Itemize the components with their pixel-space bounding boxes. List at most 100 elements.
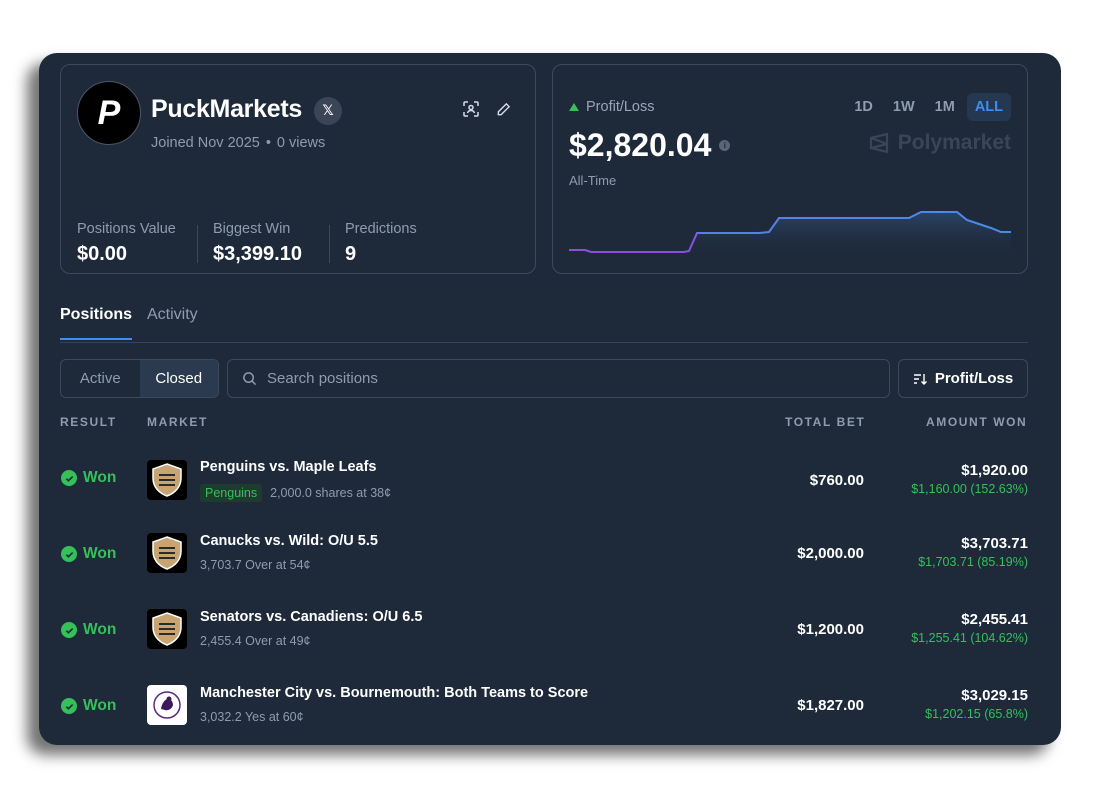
position-detail: 3,703.7 Over at 54¢ [200,558,311,572]
stat-predictions: Predictions 9 [345,221,417,266]
tab-bar: Positions Activity [60,306,1028,343]
profit-value: $1,255.41 (104.62%) [911,631,1028,645]
sort-button[interactable]: Profit/Loss [898,359,1028,398]
table-row[interactable]: Won Manchester City vs. Bournemouth: Bot… [39,670,1061,745]
market-title[interactable]: Senators vs. Canadiens: O/U 6.5 [200,609,422,625]
search-box[interactable] [227,359,890,398]
tab-positions[interactable]: Positions [60,306,133,340]
amount-won: $3,703.71 $1,703.71 (85.19%) [918,535,1028,569]
sort-label: Profit/Loss [934,370,1014,387]
profit-value: $1,160.00 (152.63%) [911,482,1028,496]
stat-divider [197,225,198,263]
stat-value: $0.00 [77,243,128,265]
edit-icon[interactable] [493,99,513,119]
up-arrow-icon [569,103,579,111]
active-filter-button[interactable]: Active [61,360,140,397]
stat-value: 9 [345,243,357,265]
stat-divider [329,225,330,263]
amount-won: $2,455.41 $1,255.41 (104.62%) [911,611,1028,645]
header-amount-won: AMOUNT WON [926,415,1028,429]
profile-meta: Joined Nov 2025 • 0 views [151,135,325,151]
pnl-label-text: Profit/Loss [586,99,655,115]
position-detail: 2,000.0 shares at 38¢ [270,486,392,500]
total-bet: $760.00 [809,472,864,489]
check-circle-icon [61,698,77,714]
joined-date: Joined Nov 2025 [151,135,260,151]
result-label: Won [83,621,117,638]
avatar-letter: P [97,93,121,132]
amount-won: $3,029.15 $1,202.15 (65.8%) [925,687,1028,721]
nhl-logo [147,533,187,573]
nhl-logo [147,460,187,500]
position-detail: 3,032.2 Yes at 60¢ [200,710,304,724]
result-label: Won [83,697,117,714]
result-status: Won [61,621,116,639]
result-status: Won [61,697,116,715]
stat-value: $3,399.10 [213,243,302,265]
scan-icon[interactable] [461,99,481,119]
search-input[interactable] [267,370,867,387]
result-status: Won [61,545,116,563]
pnl-sparkline [569,211,1011,258]
position-detail: 2,455.4 Over at 49¢ [200,634,311,648]
range-1d[interactable]: 1D [846,93,881,121]
status-toggle: Active Closed [60,359,219,398]
amount-won-value: $2,455.41 [961,611,1028,628]
info-icon[interactable]: i [719,140,731,151]
table-row[interactable]: Won Penguins vs. Maple Leafs Penguins 2,… [39,442,1061,518]
market-title[interactable]: Penguins vs. Maple Leafs [200,459,376,475]
tab-activity[interactable]: Activity [147,306,198,338]
sort-icon [913,373,927,385]
meta-separator: • [265,135,271,151]
amount-won-value: $1,920.00 [961,462,1028,479]
market-detail: Penguins 2,000.0 shares at 38¢ [200,484,391,502]
pnl-label: Profit/Loss [569,99,655,115]
market-title[interactable]: Canucks vs. Wild: O/U 5.5 [200,533,378,549]
check-circle-icon [61,546,77,562]
profit-value: $1,202.15 (65.8%) [925,707,1028,721]
check-circle-icon [61,470,77,486]
premier-league-logo [147,685,187,725]
stat-biggest-win: Biggest Win $3,399.10 [213,221,302,266]
x-icon[interactable]: 𝕏 [314,97,342,125]
stat-label: Biggest Win [213,221,291,237]
total-bet: $1,200.00 [797,621,864,638]
stat-label: Positions Value [77,221,176,237]
result-status: Won [61,469,116,487]
profile-card: P PuckMarkets 𝕏 Joined Nov 2025 • 0 views … [60,64,536,274]
result-label: Won [83,545,117,562]
view-count: 0 views [276,135,326,151]
market-detail: 3,032.2 Yes at 60¢ [200,710,304,724]
search-icon [243,372,257,386]
table-row[interactable]: Won Senators vs. Canadiens: O/U 6.5 2,45… [39,594,1061,670]
pnl-period-caption: All-Time [569,173,617,188]
polymarket-icon [869,132,888,154]
amount-won: $1,920.00 $1,160.00 (152.63%) [911,462,1028,496]
pnl-amount: $2,820.04 [569,127,712,163]
range-1w[interactable]: 1W [885,93,923,121]
time-range-selector: 1D 1W 1M ALL [846,93,1011,121]
stat-label: Predictions [345,221,417,237]
total-bet: $2,000.00 [797,545,864,562]
username: PuckMarkets [151,95,302,123]
profile-panel: P PuckMarkets 𝕏 Joined Nov 2025 • 0 views … [39,53,1061,745]
stat-positions-value: Positions Value $0.00 [77,221,176,266]
result-label: Won [83,469,117,486]
header-total-bet: TOTAL BET [785,415,866,429]
profit-value: $1,703.71 (85.19%) [918,555,1028,569]
amount-won-value: $3,029.15 [961,687,1028,704]
avatar: P [77,81,141,145]
market-title[interactable]: Manchester City vs. Bournemouth: Both Te… [200,685,588,701]
range-all[interactable]: ALL [966,93,1011,121]
polymarket-logo: Polymarket [868,131,1011,155]
amount-won-value: $3,703.71 [961,535,1028,552]
nhl-logo [147,609,187,649]
header-result: RESULT [60,415,117,429]
polymarket-wordmark: Polymarket [897,131,1011,154]
market-detail: 2,455.4 Over at 49¢ [200,634,311,648]
range-1m[interactable]: 1M [927,93,963,121]
closed-filter-button[interactable]: Closed [139,360,218,397]
profit-loss-card: Profit/Loss $2,820.04 i All-Time 1D 1W 1… [552,64,1028,274]
table-row[interactable]: Won Canucks vs. Wild: O/U 5.5 3,703.7 Ov… [39,518,1061,594]
market-detail: 3,703.7 Over at 54¢ [200,558,311,572]
